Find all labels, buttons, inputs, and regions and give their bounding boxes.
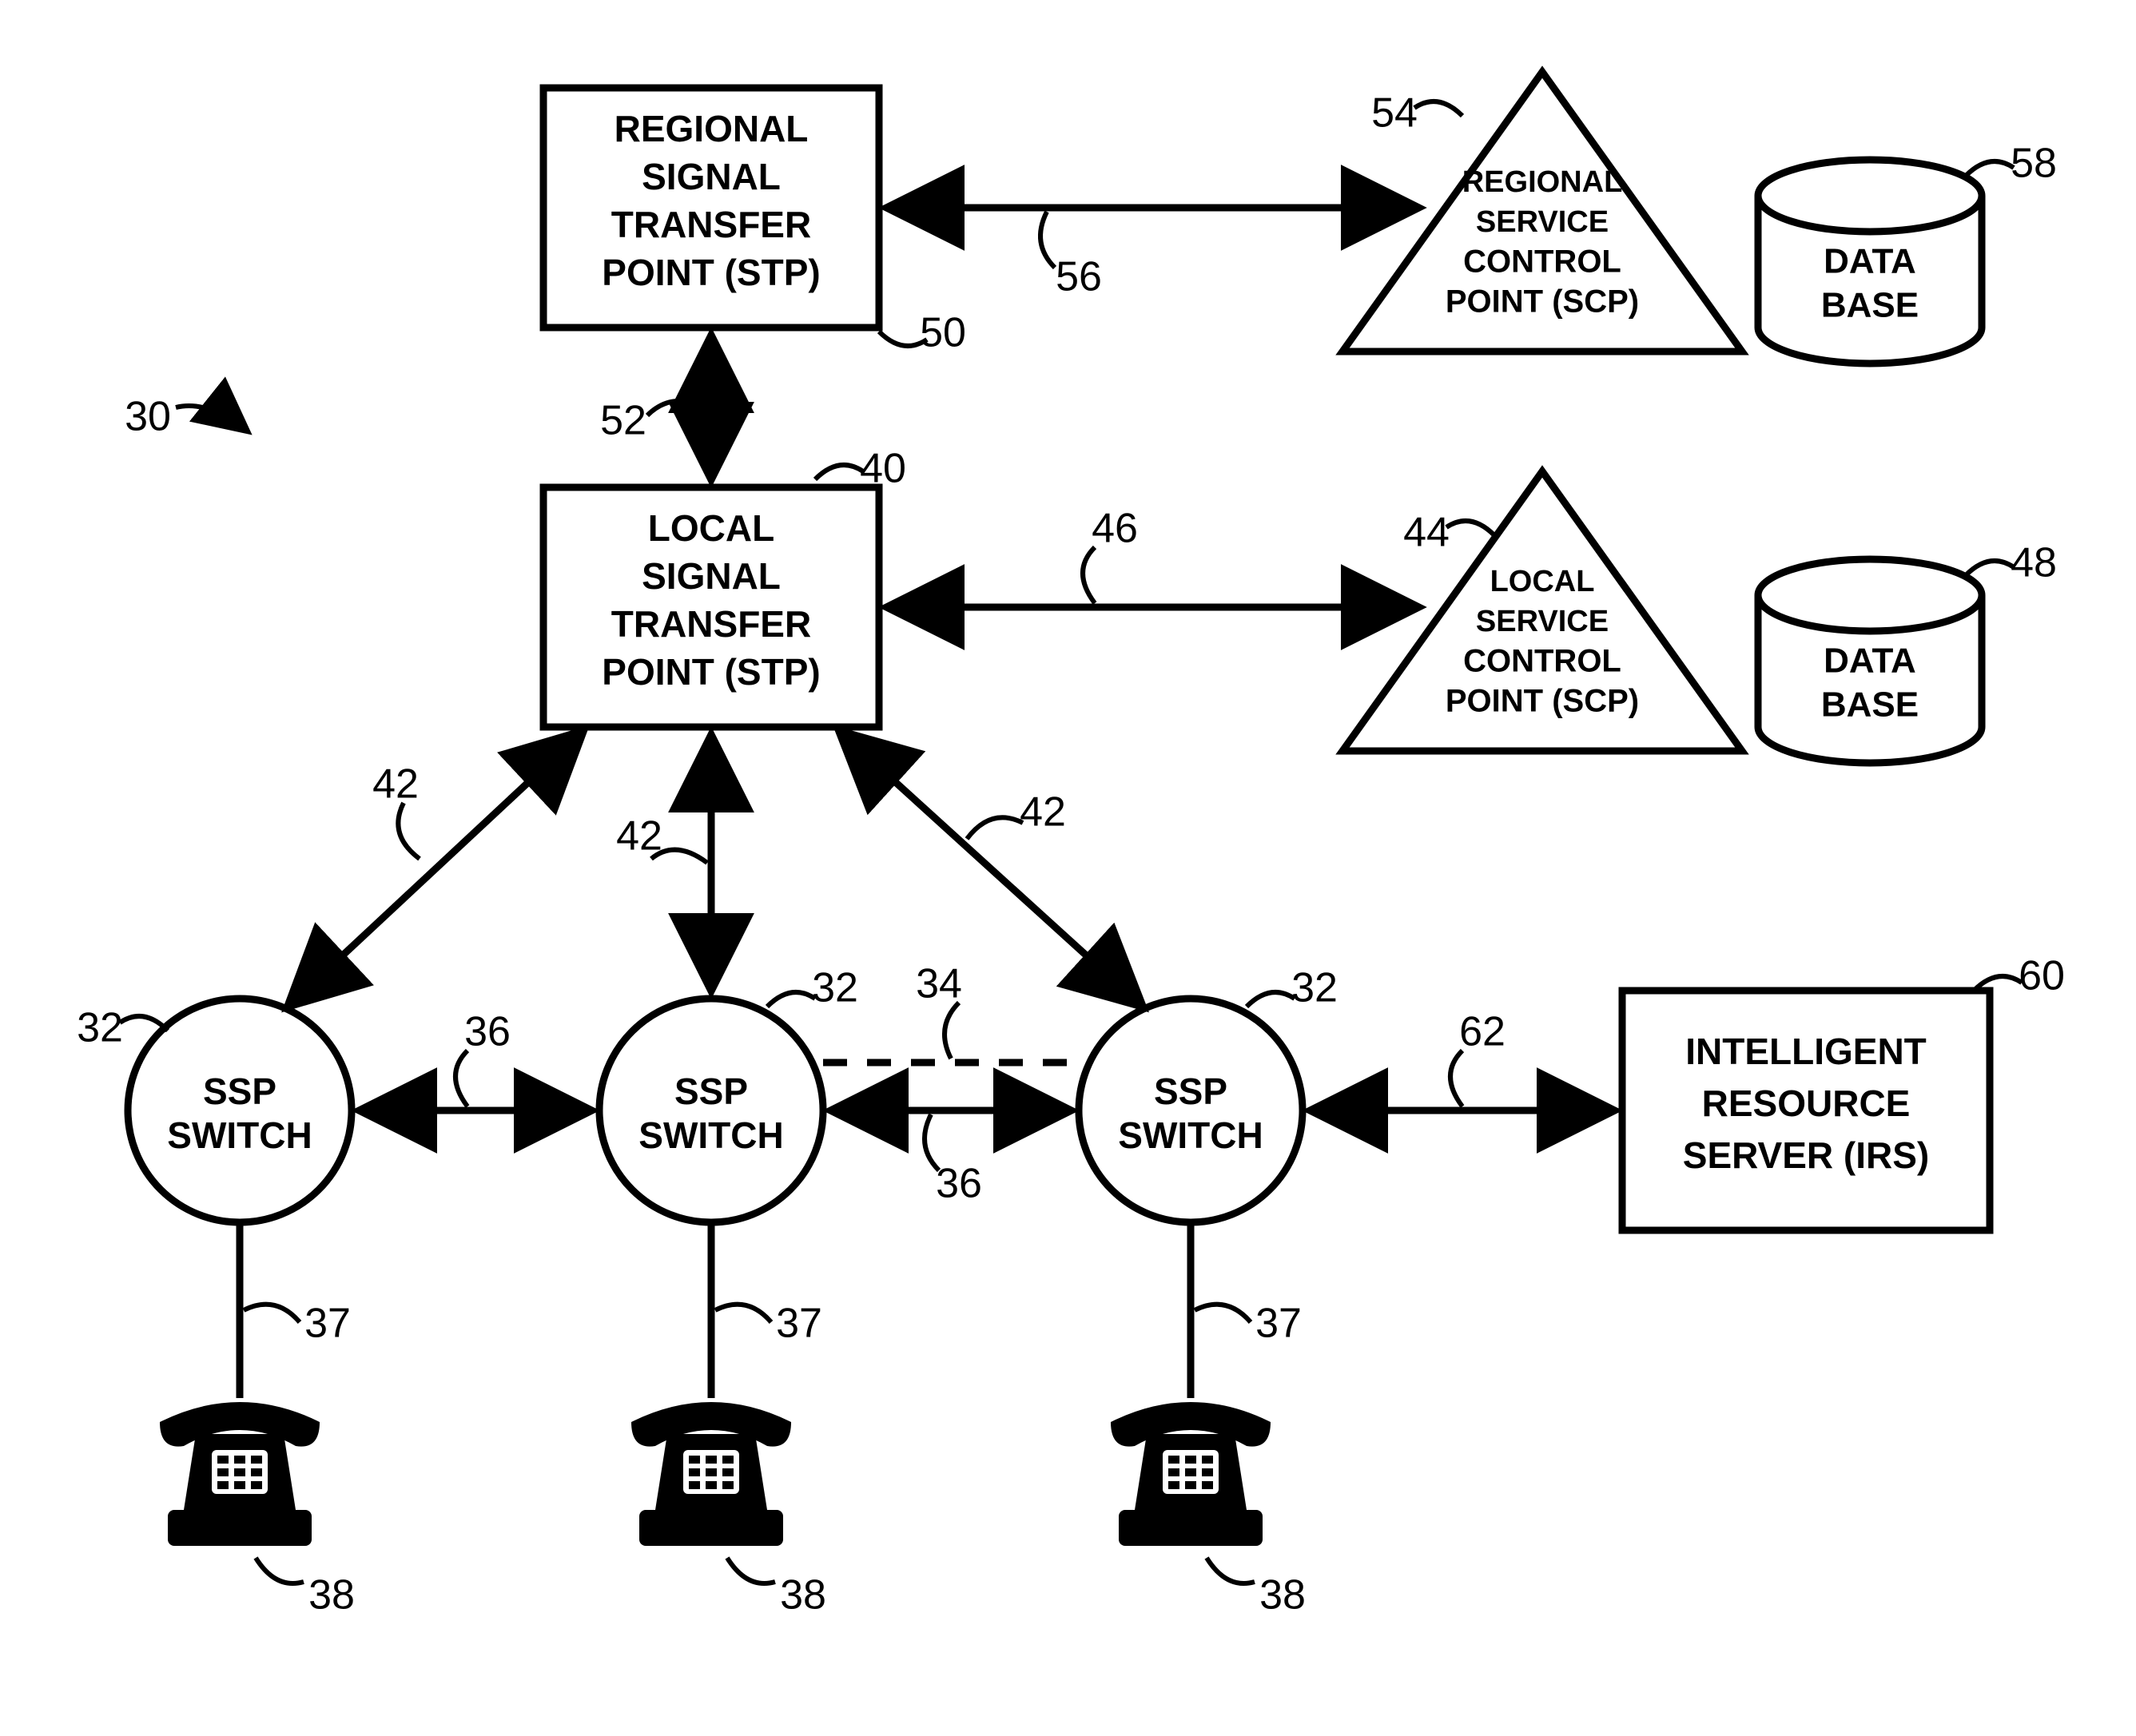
link-rstp-lstp-ref: 52: [600, 398, 703, 444]
svg-text:36: 36: [464, 1009, 511, 1055]
link-42-ref-3: 42: [967, 789, 1066, 839]
svg-text:INTELLIGENT: INTELLIGENT: [1685, 1031, 1927, 1072]
irs-box: INTELLIGENT RESOURCE SERVER (IRS): [1622, 991, 1990, 1230]
phone-icon-2: [631, 1222, 791, 1546]
link-37-ref-2: 37: [715, 1301, 822, 1347]
link-rstp-rscp-ref: 56: [1040, 212, 1102, 300]
svg-text:SWITCH: SWITCH: [638, 1114, 783, 1156]
svg-text:CONTROL: CONTROL: [1463, 644, 1621, 679]
svg-text:TRANSFER: TRANSFER: [611, 603, 811, 645]
svg-text:46: 46: [1092, 506, 1138, 552]
link-lstp-ssp-3: [839, 731, 1143, 1007]
link-34-ref: 34: [916, 961, 962, 1059]
phone-icon-3: [1111, 1222, 1271, 1546]
link-lstp-lscp-ref: 46: [1083, 506, 1138, 603]
link-42-ref-1: 42: [372, 761, 420, 859]
svg-text:LOCAL: LOCAL: [1490, 565, 1595, 598]
link-37-ref-1: 37: [244, 1301, 351, 1347]
svg-text:SERVICE: SERVICE: [1476, 205, 1609, 239]
svg-text:RESOURCE: RESOURCE: [1702, 1083, 1911, 1124]
figure-number: 30: [125, 394, 248, 440]
svg-text:POINT (STP): POINT (STP): [602, 651, 820, 693]
regional-stp-ref: 50: [879, 310, 966, 356]
svg-text:BASE: BASE: [1821, 286, 1919, 325]
svg-text:SWITCH: SWITCH: [167, 1114, 312, 1156]
svg-text:58: 58: [2011, 141, 2057, 187]
svg-text:REGIONAL: REGIONAL: [615, 108, 809, 149]
svg-text:42: 42: [372, 761, 419, 808]
regional-scp-ref: 54: [1371, 90, 1462, 137]
svg-text:38: 38: [308, 1572, 355, 1619]
svg-text:48: 48: [2011, 540, 2057, 586]
link-36-ref-1: 36: [455, 1009, 511, 1106]
svg-text:62: 62: [1459, 1009, 1506, 1055]
local-db-ref: 48: [1966, 540, 2057, 586]
ssp-switch-1-ref: 32: [77, 1005, 168, 1051]
svg-text:TRANSFER: TRANSFER: [611, 204, 811, 245]
phone-ref-3: 38: [1207, 1558, 1306, 1619]
svg-text:32: 32: [1291, 965, 1338, 1011]
svg-text:37: 37: [1255, 1301, 1302, 1347]
svg-text:SIGNAL: SIGNAL: [642, 156, 781, 197]
ssp-switch-3-ref: 32: [1247, 965, 1338, 1011]
svg-text:56: 56: [1056, 254, 1102, 300]
phone-icon-1: [160, 1222, 320, 1546]
phone-ref-2: 38: [727, 1558, 826, 1619]
network-diagram: 30 REGIONAL SIGNAL TRANSFER POINT (STP) …: [0, 0, 2136, 1736]
svg-text:SWITCH: SWITCH: [1118, 1114, 1263, 1156]
ssp-switch-2-ref: 32: [767, 965, 858, 1011]
link-lstp-ssp-1: [288, 731, 583, 1007]
svg-text:POINT (STP): POINT (STP): [602, 252, 820, 293]
svg-text:SSP: SSP: [1154, 1071, 1227, 1112]
local-scp-triangle: LOCAL SERVICE CONTROL POINT (SCP): [1342, 471, 1742, 751]
svg-text:60: 60: [2019, 953, 2065, 999]
svg-text:POINT (SCP): POINT (SCP): [1446, 284, 1639, 320]
svg-text:REGIONAL: REGIONAL: [1462, 165, 1623, 199]
ssp-switch-2: SSP SWITCH: [599, 999, 823, 1222]
link-36-ref-2: 36: [925, 1114, 982, 1207]
svg-text:32: 32: [77, 1005, 123, 1051]
link-37-ref-3: 37: [1195, 1301, 1302, 1347]
svg-text:38: 38: [1259, 1572, 1306, 1619]
svg-text:52: 52: [600, 398, 646, 444]
ssp-switch-1: SSP SWITCH: [128, 999, 352, 1222]
svg-text:37: 37: [304, 1301, 351, 1347]
svg-text:50: 50: [920, 310, 966, 356]
regional-stp-box: REGIONAL SIGNAL TRANSFER POINT (STP): [543, 88, 879, 328]
svg-text:DATA: DATA: [1824, 242, 1916, 281]
svg-text:SSP: SSP: [203, 1071, 276, 1112]
svg-text:44: 44: [1403, 510, 1450, 556]
svg-text:32: 32: [812, 965, 858, 1011]
svg-text:SERVER (IRS): SERVER (IRS): [1683, 1134, 1929, 1176]
regional-db-ref: 58: [1966, 141, 2057, 187]
local-db-cylinder: DATA BASE: [1758, 559, 1982, 763]
regional-db-cylinder: DATA BASE: [1758, 160, 1982, 363]
svg-text:34: 34: [916, 961, 962, 1007]
svg-text:SIGNAL: SIGNAL: [642, 555, 781, 597]
svg-text:30: 30: [125, 394, 171, 440]
local-scp-ref: 44: [1403, 510, 1494, 556]
svg-text:42: 42: [616, 813, 662, 860]
phone-ref-1: 38: [256, 1558, 355, 1619]
svg-text:BASE: BASE: [1821, 685, 1919, 725]
svg-text:CONTROL: CONTROL: [1463, 244, 1621, 280]
link-42-ref-2: 42: [616, 813, 707, 863]
ssp-switch-3: SSP SWITCH: [1079, 999, 1303, 1222]
svg-text:SERVICE: SERVICE: [1476, 605, 1609, 638]
svg-text:LOCAL: LOCAL: [648, 507, 774, 549]
svg-text:SSP: SSP: [674, 1071, 748, 1112]
svg-text:DATA: DATA: [1824, 642, 1916, 681]
svg-text:40: 40: [860, 446, 906, 492]
link-62-ref: 62: [1450, 1009, 1506, 1106]
svg-text:37: 37: [776, 1301, 822, 1347]
svg-text:54: 54: [1371, 90, 1418, 137]
local-stp-box: LOCAL SIGNAL TRANSFER POINT (STP): [543, 487, 879, 727]
svg-text:38: 38: [780, 1572, 826, 1619]
svg-text:POINT (SCP): POINT (SCP): [1446, 684, 1639, 719]
svg-text:36: 36: [936, 1161, 982, 1207]
svg-text:42: 42: [1020, 789, 1066, 836]
